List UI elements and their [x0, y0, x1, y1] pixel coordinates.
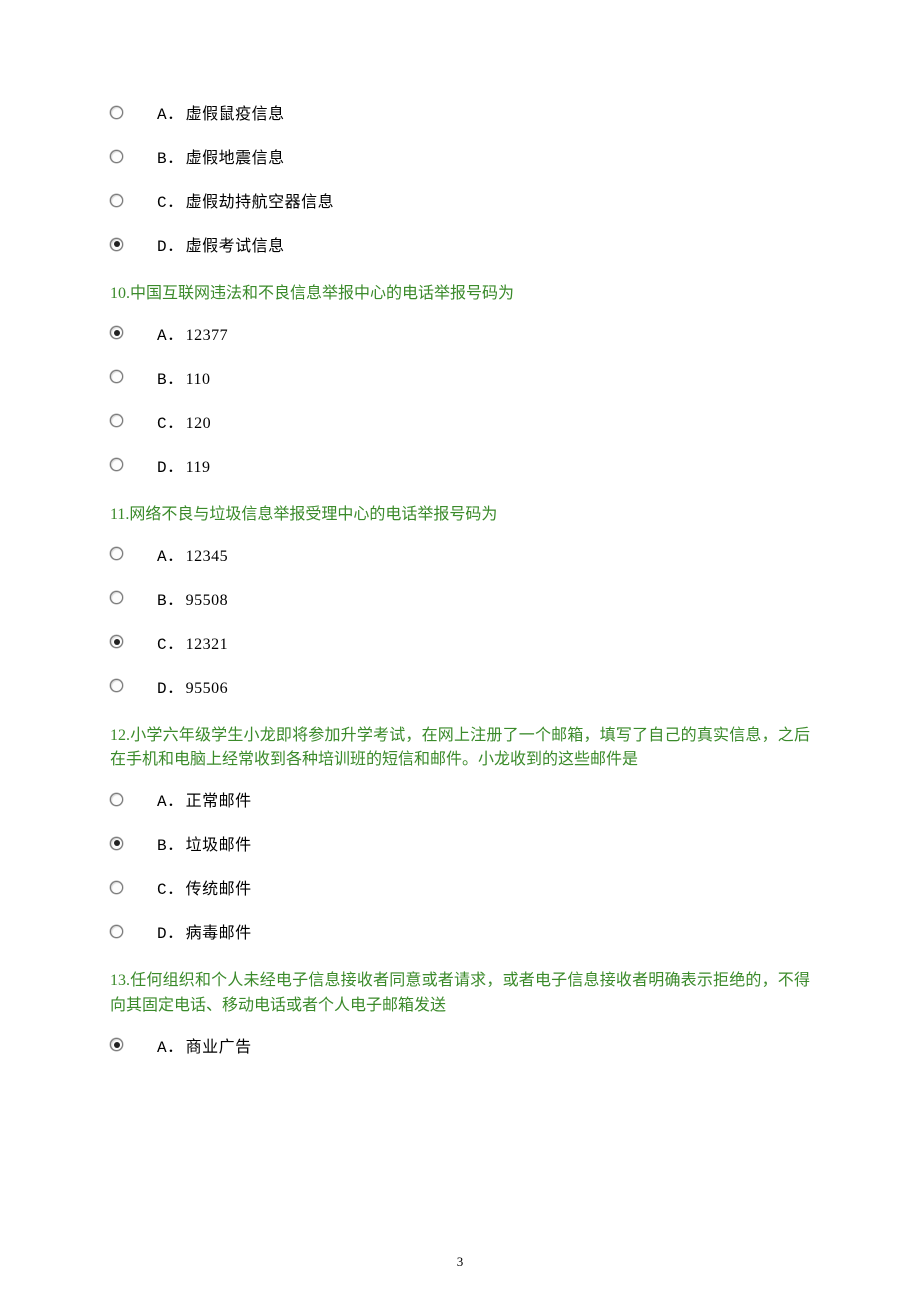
q10-title: 10.中国互联网违法和不良信息举报中心的电话举报号码为 — [110, 282, 810, 307]
radio-icon[interactable] — [110, 547, 123, 560]
q10-option-c[interactable]: C．120 — [110, 409, 810, 433]
option-label: B．虚假地震信息 — [157, 144, 285, 168]
radio-icon[interactable] — [110, 414, 123, 427]
option-label: A．虚假鼠疫信息 — [157, 100, 285, 124]
radio-icon[interactable] — [110, 793, 123, 806]
radio-icon[interactable] — [110, 238, 123, 251]
q12-option-d[interactable]: D．病毒邮件 — [110, 919, 810, 943]
q9-option-d[interactable]: D．虚假考试信息 — [110, 232, 810, 256]
q9-option-a[interactable]: A．虚假鼠疫信息 — [110, 100, 810, 124]
radio-icon[interactable] — [110, 635, 123, 648]
q13-option-a[interactable]: A．商业广告 — [110, 1033, 810, 1057]
option-label: C．传统邮件 — [157, 875, 252, 899]
q10-option-d[interactable]: D．119 — [110, 453, 810, 477]
q11-title: 11.网络不良与垃圾信息举报受理中心的电话举报号码为 — [110, 503, 810, 528]
option-label: B．110 — [157, 365, 211, 389]
radio-icon[interactable] — [110, 106, 123, 119]
page-number: 3 — [0, 1254, 920, 1270]
radio-icon[interactable] — [110, 881, 123, 894]
quiz-page: A．虚假鼠疫信息 B．虚假地震信息 C．虚假劫持航空器信息 D．虚假考试信息 1… — [0, 0, 920, 1302]
q11-option-a[interactable]: A．12345 — [110, 542, 810, 566]
radio-icon[interactable] — [110, 326, 123, 339]
q11-option-d[interactable]: D．95506 — [110, 674, 810, 698]
q11-option-c[interactable]: C．12321 — [110, 630, 810, 654]
q12-title: 12.小学六年级学生小龙即将参加升学考试，在网上注册了一个邮箱，填写了自己的真实… — [110, 724, 810, 774]
radio-icon[interactable] — [110, 591, 123, 604]
option-label: A．12345 — [157, 542, 228, 566]
option-label: A．12377 — [157, 321, 228, 345]
option-label: C．虚假劫持航空器信息 — [157, 188, 334, 212]
option-label: D．95506 — [157, 674, 228, 698]
q12-option-a[interactable]: A．正常邮件 — [110, 787, 810, 811]
q9-option-c[interactable]: C．虚假劫持航空器信息 — [110, 188, 810, 212]
option-label: C．120 — [157, 409, 211, 433]
q12-option-c[interactable]: C．传统邮件 — [110, 875, 810, 899]
q9-option-b[interactable]: B．虚假地震信息 — [110, 144, 810, 168]
radio-icon[interactable] — [110, 1038, 123, 1051]
radio-icon[interactable] — [110, 194, 123, 207]
radio-icon[interactable] — [110, 925, 123, 938]
radio-icon[interactable] — [110, 370, 123, 383]
radio-icon[interactable] — [110, 837, 123, 850]
q11-option-b[interactable]: B．95508 — [110, 586, 810, 610]
option-label: D．119 — [157, 453, 211, 477]
option-label: B．垃圾邮件 — [157, 831, 252, 855]
radio-icon[interactable] — [110, 458, 123, 471]
q10-option-b[interactable]: B．110 — [110, 365, 810, 389]
option-label: B．95508 — [157, 586, 228, 610]
q13-title: 13.任何组织和个人未经电子信息接收者同意或者请求，或者电子信息接收者明确表示拒… — [110, 969, 810, 1019]
option-label: D．虚假考试信息 — [157, 232, 285, 256]
option-label: C．12321 — [157, 630, 228, 654]
option-label: A．商业广告 — [157, 1033, 252, 1057]
option-label: A．正常邮件 — [157, 787, 252, 811]
radio-icon[interactable] — [110, 679, 123, 692]
q12-option-b[interactable]: B．垃圾邮件 — [110, 831, 810, 855]
q10-option-a[interactable]: A．12377 — [110, 321, 810, 345]
option-label: D．病毒邮件 — [157, 919, 252, 943]
radio-icon[interactable] — [110, 150, 123, 163]
